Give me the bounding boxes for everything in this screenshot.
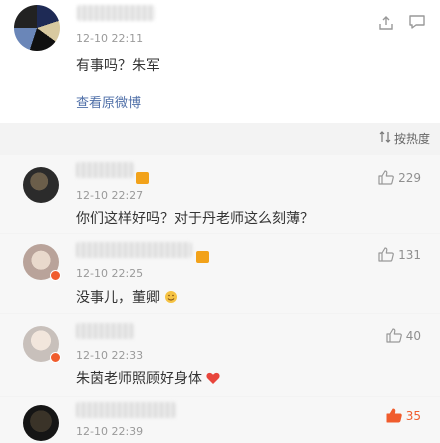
share-icon[interactable] [378, 15, 394, 31]
commenter-name-blurred [76, 242, 192, 258]
comment-text: 没事儿，董卿 [76, 287, 178, 308]
thumbs-up-icon [378, 170, 394, 185]
sort-label: 按热度 [393, 132, 430, 146]
smile-emoji-icon [164, 290, 178, 308]
heart-emoji-icon [206, 372, 221, 389]
commenter-avatar[interactable] [23, 405, 59, 441]
verified-badge-icon [50, 352, 61, 363]
comment-time: 12-10 22:39 [76, 425, 144, 438]
thumbs-up-filled-icon [386, 408, 402, 423]
comment-time: 12-10 22:33 [76, 349, 144, 362]
comment-time: 12-10 22:27 [76, 189, 144, 202]
comment-text-content: 朱茵老师照顾好身体 [76, 371, 202, 387]
like-count: 131 [398, 247, 421, 262]
commenter-name-blurred [76, 162, 134, 178]
commenter-name-blurred [76, 323, 134, 339]
like-button[interactable]: 35 [386, 408, 421, 423]
view-original-post-link[interactable]: 查看原微博 [76, 92, 141, 111]
sort-bar: 按热度 [0, 123, 440, 155]
post-text: 有事吗？朱军 [76, 58, 160, 74]
comment-text-content: 没事儿，董卿 [76, 290, 160, 306]
comment-text: 你们这样好吗？对于丹老师这么刻薄？ [76, 211, 314, 227]
like-button[interactable]: 131 [378, 247, 421, 262]
like-button[interactable]: 40 [386, 328, 421, 343]
member-badge-icon [196, 251, 209, 263]
post-time: 12-10 22:11 [76, 32, 144, 45]
sort-icon [379, 131, 391, 146]
comment-item: 12-10 22:27 229 你们这样好吗？对于丹老师这么刻薄？ [0, 155, 440, 233]
verified-badge-icon [50, 270, 61, 281]
post-avatar[interactable] [14, 5, 60, 51]
thumbs-up-icon [386, 328, 402, 343]
comment-item: 12-10 22:39 35 [0, 397, 440, 443]
post-author-name-blurred [77, 5, 155, 21]
like-count: 229 [398, 170, 421, 185]
original-post: 12-10 22:11 有事吗？朱军 查看原微博 [0, 0, 440, 123]
member-badge-icon [136, 172, 149, 184]
comment-item: 12-10 22:33 40 朱茵老师照顾好身体 [0, 314, 440, 396]
like-button[interactable]: 229 [378, 170, 421, 185]
comment-text: 朱茵老师照顾好身体 [76, 368, 221, 389]
sort-by-hot-button[interactable]: 按热度 [379, 130, 430, 147]
like-count: 35 [405, 408, 421, 423]
comment-icon[interactable] [408, 14, 426, 30]
commenter-avatar[interactable] [23, 167, 59, 203]
thumbs-up-icon [378, 247, 394, 262]
comment-time: 12-10 22:25 [76, 267, 144, 280]
comment-item: 12-10 22:25 131 没事儿，董卿 [0, 234, 440, 313]
commenter-name-blurred [76, 402, 176, 418]
like-count: 40 [405, 328, 421, 343]
